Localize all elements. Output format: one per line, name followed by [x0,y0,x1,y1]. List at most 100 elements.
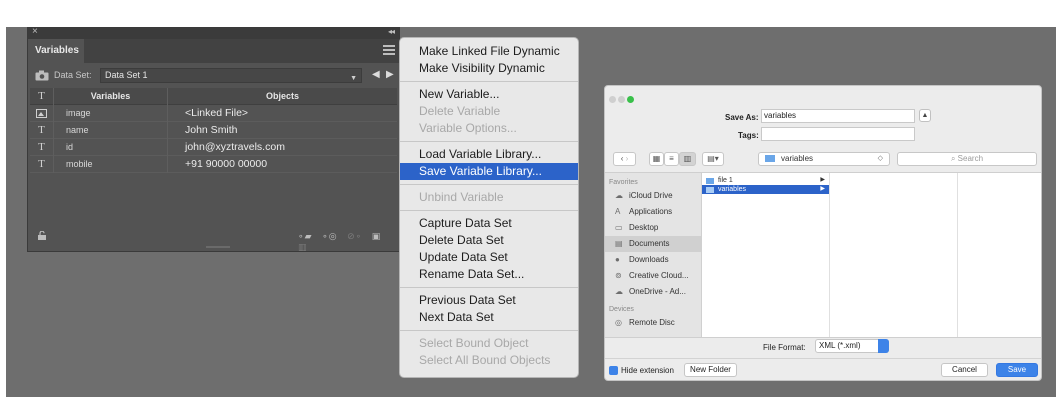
table-row[interactable]: T id john@xyztravels.com [30,139,397,156]
onedrive-icon: ☁ [615,287,623,296]
creative-cloud-icon: ⊚ [615,271,622,280]
sidebar-item-label: iCloud Drive [629,191,673,200]
save-dialog: Save As: variables ▲ Tags: ‹ › ▦ ≡ ▥ ▤▾ … [604,85,1042,381]
table-row[interactable]: image <Linked File> [30,105,397,122]
menu-item-unbind-variable: Unbind Variable [419,190,504,204]
chevron-left-icon[interactable]: ‹ [621,154,624,163]
file-name: variables [718,186,747,193]
cell-object: John Smith [185,124,238,136]
menu-item-make-visibility-dynamic[interactable]: Make Visibility Dynamic [400,60,578,77]
window-controls [609,90,636,108]
minimize-window-icon[interactable] [618,96,625,103]
new-folder-button[interactable]: New Folder [684,363,737,377]
menu-separator [400,141,578,142]
menu-item-update-data-set[interactable]: Update Data Set [400,249,578,266]
hide-extension-checkbox[interactable] [609,366,618,375]
sidebar-item-label: Creative Cloud... [629,271,689,280]
new-variable-icon[interactable]: ▣ [372,231,382,242]
chevron-down-icon: ▼ [350,75,357,82]
text-icon: T [30,139,54,156]
list-item[interactable]: file 1 ▶ [702,176,829,185]
menu-item-make-linked-file-dynamic[interactable]: Make Linked File Dynamic [400,43,578,60]
resize-grip[interactable] [206,246,230,248]
menu-item-rename-data-set[interactable]: Rename Data Set... [400,266,578,283]
file-format-select[interactable]: XML (*.xml) [815,339,889,353]
menu-item-select-bound-object: Select Bound Object [419,336,529,350]
panel-tab-row: Variables [28,39,399,63]
next-dataset-icon[interactable]: ▶ [386,69,394,80]
cell-variable: mobile [54,156,168,173]
menu-item-save-variable-library[interactable]: Save Variable Library... [400,163,578,180]
cell-object: john@xyztravels.com [185,141,285,153]
image-icon [36,109,47,118]
collapse-icon[interactable]: ◂◂ [388,27,395,36]
table-row[interactable]: T name John Smith [30,122,397,139]
text-icon: T [30,122,54,139]
save-button[interactable]: Save [996,363,1038,377]
list-view-icon[interactable]: ≡ [664,152,679,166]
make-visibility-icon[interactable]: ∘◎ [322,231,338,242]
downloads-icon: ● [615,255,620,264]
panel-title-bar[interactable]: × ◂◂ [28,26,399,39]
close-window-icon[interactable] [609,96,616,103]
search-input[interactable]: ⌕ Search [897,152,1037,166]
objects-column-header: Objects [265,91,299,101]
sidebar-item-onedrive[interactable]: ☁ OneDrive - Ad... [605,284,701,300]
sidebar-item-remote-disc[interactable]: ◎ Remote Disc [605,315,701,331]
disc-icon: ◎ [615,318,622,327]
tab-variables[interactable]: Variables [28,39,84,63]
unbind-icon: ⊘∘ [347,231,363,241]
icon-view-icon[interactable]: ▦ [649,152,664,166]
table-row[interactable]: T mobile +91 90000 00000 [30,156,397,173]
sidebar-item-icloud-drive[interactable]: ☁ iCloud Drive [605,188,701,204]
menu-item-delete-variable: Delete Variable [419,104,501,118]
folder-icon [706,178,714,184]
lock-icon[interactable] [38,231,46,240]
column-view-icon[interactable]: ▥ [679,152,696,166]
cancel-button[interactable]: Cancel [941,363,988,377]
close-icon[interactable]: × [32,26,38,37]
chevron-right-icon: ▶ [820,177,825,183]
menu-item-capture-data-set[interactable]: Capture Data Set [400,215,578,232]
search-icon: ⌕ [950,154,956,163]
documents-icon: ▤ [615,239,623,248]
zoom-window-icon[interactable] [627,96,634,103]
tags-input[interactable] [761,127,915,141]
location-select[interactable]: variables ◇ [758,152,890,166]
chevron-up-icon[interactable]: ▲ [919,109,931,122]
sidebar-item-creative-cloud[interactable]: ⊚ Creative Cloud... [605,268,701,284]
tags-label: Tags: [738,131,759,140]
make-dynamic-icon[interactable]: ∘▰ [298,231,313,242]
save-as-input[interactable]: variables [761,109,915,123]
menu-item-delete-data-set[interactable]: Delete Data Set [400,232,578,249]
type-column-header: T [30,88,54,105]
sidebar-item-label: Downloads [629,255,669,264]
cloud-icon: ☁ [615,191,623,200]
list-item[interactable]: variables ▶ [702,185,829,194]
panel-menu-icon[interactable] [383,45,395,56]
menu-item-load-variable-library[interactable]: Load Variable Library... [400,146,578,163]
menu-separator [400,330,578,331]
save-as-label: Save As: [725,113,759,122]
back-forward-buttons[interactable]: ‹ › [613,152,636,166]
previous-dataset-icon[interactable]: ◀ [372,69,380,80]
chevron-right-icon[interactable]: › [626,154,629,163]
variables-column-header: Variables [54,88,168,105]
sidebar-item-applications[interactable]: A Applications [605,204,701,220]
sidebar-item-documents[interactable]: ▤ Documents [605,236,701,252]
group-view-icon[interactable]: ▤▾ [702,152,724,166]
menu-item-new-variable[interactable]: New Variable... [400,86,578,103]
text-icon: T [30,156,54,173]
file-column [958,173,1041,337]
sidebar-heading-favorites: Favorites [609,179,638,186]
variables-panel: × ◂◂ Variables Data Set: Data Set 1 ▼ ◀ … [27,26,400,253]
sidebar-item-downloads[interactable]: ● Downloads [605,252,701,268]
menu-item-previous-data-set[interactable]: Previous Data Set [400,292,578,309]
dialog-footer: Hide extension New Folder Cancel Save [605,358,1041,380]
camera-icon[interactable] [35,70,49,81]
sidebar-item-desktop[interactable]: ▭ Desktop [605,220,701,236]
dataset-select[interactable]: Data Set 1 ▼ [100,68,362,83]
footer-icons: ∘▰ ∘◎ ⊘∘ ▣ ▥ [298,231,399,253]
menu-item-next-data-set[interactable]: Next Data Set [400,309,578,326]
menu-item-variable-options: Variable Options... [419,121,517,135]
